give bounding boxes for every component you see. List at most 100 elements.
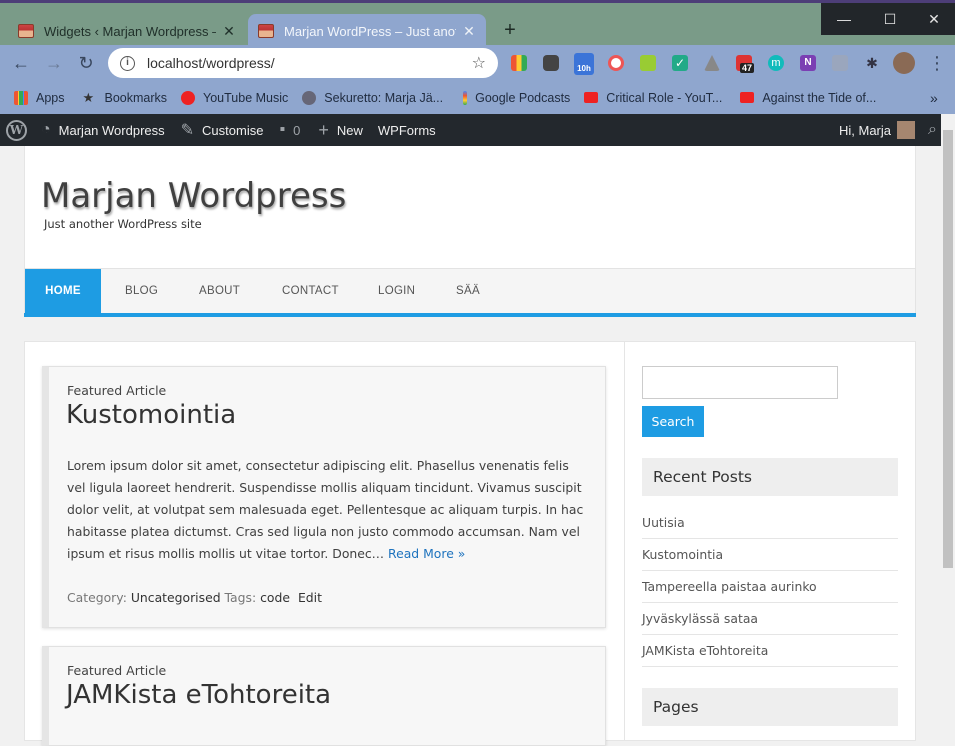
post-title[interactable]: Kustomointia	[66, 400, 236, 430]
post-excerpt-text: Lorem ipsum dolor sit amet, consectetur …	[67, 458, 584, 561]
nav-item-home[interactable]: HOME	[25, 269, 101, 314]
plus-icon: +	[318, 119, 329, 140]
nav-item-blog[interactable]: BLOG	[125, 269, 158, 314]
bookmark-label: Google Podcasts	[475, 90, 571, 105]
extension-icon[interactable]: m	[768, 55, 784, 71]
chrome-menu-icon[interactable]: ⋮	[925, 51, 949, 75]
recent-post-link[interactable]: Tampereella paistaa aurinko	[642, 571, 898, 603]
tags-label: Tags:	[224, 590, 257, 605]
nav-item-contact[interactable]: CONTACT	[282, 269, 339, 314]
minimize-button[interactable]: —	[821, 3, 867, 35]
user-avatar	[897, 121, 916, 139]
bookmark-star-icon[interactable]: ☆	[472, 53, 486, 73]
youtube-icon	[584, 92, 599, 103]
admin-new-label: New	[336, 122, 363, 138]
url-text: localhost/wordpress/	[147, 55, 275, 71]
extension-icon[interactable]	[640, 55, 656, 71]
wordpress-favicon-icon	[18, 24, 34, 38]
admin-wpforms-label: WPForms	[377, 122, 436, 138]
post-card: Featured Article Kustomointia Lorem ipsu…	[42, 366, 606, 628]
admin-site-label: Marjan Wordpress	[58, 122, 165, 138]
bookmark-apps[interactable]: Apps	[14, 90, 65, 105]
tab-title: Marjan WordPress – Just another	[284, 23, 456, 39]
admin-comments-link[interactable]: ▪ 0	[279, 121, 300, 139]
check-extension-icon[interactable]: ✓	[672, 55, 688, 71]
new-tab-button[interactable]: +	[500, 19, 520, 42]
apps-grid-icon	[14, 90, 28, 105]
more-bookmarks-icon[interactable]: »	[930, 90, 938, 106]
extension-icon[interactable]	[511, 55, 527, 71]
wordpress-logo-icon[interactable]: W	[6, 119, 27, 141]
bookmark-label: Apps	[36, 90, 65, 105]
calendar-extension-icon[interactable]: 10h	[574, 53, 594, 75]
admin-search-icon[interactable]: ⌕	[928, 121, 937, 139]
bookmark-label: Against the Tide of...	[762, 90, 877, 105]
drive-extension-icon[interactable]	[704, 55, 720, 71]
admin-wpforms-link[interactable]: WPForms	[378, 123, 436, 138]
extension-icon[interactable]	[608, 55, 624, 71]
recent-post-link[interactable]: Uutisia	[642, 507, 898, 539]
recent-post-link[interactable]: Kustomointia	[642, 539, 898, 571]
admin-site-link[interactable]: ◔ Marjan Wordpress	[41, 121, 165, 139]
forward-button[interactable]: →	[42, 51, 66, 75]
profile-avatar[interactable]	[893, 52, 915, 74]
extension-icon[interactable]	[543, 55, 559, 71]
bookmark-sekuretto[interactable]: Sekuretto: Marja Jä...	[302, 90, 444, 105]
youtube-music-icon	[181, 90, 196, 105]
back-button[interactable]: ←	[9, 51, 33, 75]
bookmark-critical-role[interactable]: Critical Role - YouT...	[584, 91, 722, 105]
bookmark-against-the-tide[interactable]: Against the Tide of...	[740, 91, 876, 105]
post-meta: Category: Uncategorised Tags: code Edit	[67, 590, 322, 605]
post-kicker: Featured Article	[67, 383, 167, 398]
reload-button[interactable]: ↻	[74, 51, 98, 75]
site-title[interactable]: Marjan Wordpress	[41, 176, 346, 216]
close-tab-icon[interactable]: ✕	[462, 23, 476, 40]
nav-item-login[interactable]: LOGIN	[378, 269, 415, 314]
recent-posts-title: Recent Posts	[642, 458, 898, 496]
main-navigation: HOME BLOG ABOUT CONTACT LOGIN SÄÄ	[24, 268, 916, 314]
brush-icon: ✎	[180, 122, 195, 139]
todoist-extension-icon[interactable]: 47	[736, 55, 755, 73]
onenote-extension-icon[interactable]: N	[800, 55, 816, 71]
admin-new-link[interactable]: + New	[318, 120, 363, 141]
admin-customise-link[interactable]: ✎ Customise	[181, 120, 264, 140]
browser-tab-site[interactable]: Marjan WordPress – Just another ✕	[248, 14, 486, 48]
recent-post-link[interactable]: Jyväskylässä sataa	[642, 603, 898, 635]
nav-item-saa[interactable]: SÄÄ	[456, 269, 480, 314]
maximize-button[interactable]: ☐	[867, 3, 913, 35]
edit-link[interactable]: Edit	[298, 590, 322, 605]
close-tab-icon[interactable]: ✕	[222, 23, 236, 40]
bookmark-youtube-music[interactable]: YouTube Music	[181, 90, 289, 105]
bookmark-label: YouTube Music	[203, 90, 289, 105]
post-excerpt: Lorem ipsum dolor sit amet, consectetur …	[67, 455, 587, 565]
bookmark-bookmarks[interactable]: ★ Bookmarks	[83, 90, 168, 105]
admin-customise-label: Customise	[202, 122, 264, 138]
bookmark-label: Sekuretto: Marja Jä...	[324, 90, 444, 105]
post-title[interactable]: JAMKista eTohtoreita	[66, 680, 331, 710]
site-info-icon[interactable]: i	[120, 55, 135, 71]
category-link[interactable]: Uncategorised	[131, 590, 221, 605]
browser-toolbar: ← → ↻ i localhost/wordpress/ ☆ 10h ✓ 47 …	[0, 45, 955, 81]
recent-post-link[interactable]: JAMKista eTohtoreita	[642, 635, 898, 667]
close-window-button[interactable]: ✕	[913, 3, 955, 35]
globe-icon	[302, 90, 317, 105]
todoist-badge: 47	[740, 63, 755, 73]
read-more-link[interactable]: Read More »	[388, 546, 465, 561]
nav-item-about[interactable]: ABOUT	[199, 269, 240, 314]
address-bar[interactable]: i localhost/wordpress/ ☆	[108, 48, 498, 78]
admin-greeting: Hi, Marja	[839, 122, 892, 138]
search-input[interactable]	[642, 366, 838, 399]
bookmark-google-podcasts[interactable]: Google Podcasts	[463, 90, 571, 105]
extension-icon[interactable]	[832, 55, 848, 71]
admin-account-link[interactable]: Hi, Marja	[839, 121, 916, 139]
browser-tab-widgets[interactable]: Widgets ‹ Marjan Wordpress — W ✕	[8, 14, 246, 48]
scrollbar-thumb[interactable]	[943, 130, 953, 568]
youtube-icon	[740, 92, 755, 103]
nav-underline	[24, 313, 916, 317]
post-card: Featured Article JAMKista eTohtoreita	[42, 646, 606, 746]
wp-admin-bar: W ◔ Marjan Wordpress ✎ Customise ▪ 0 + New W…	[0, 114, 941, 146]
search-button[interactable]: Search	[642, 406, 704, 437]
tab-title: Widgets ‹ Marjan Wordpress — W	[44, 23, 216, 39]
extensions-puzzle-icon[interactable]: ✱	[864, 55, 880, 71]
tag-link[interactable]: code	[260, 590, 290, 605]
